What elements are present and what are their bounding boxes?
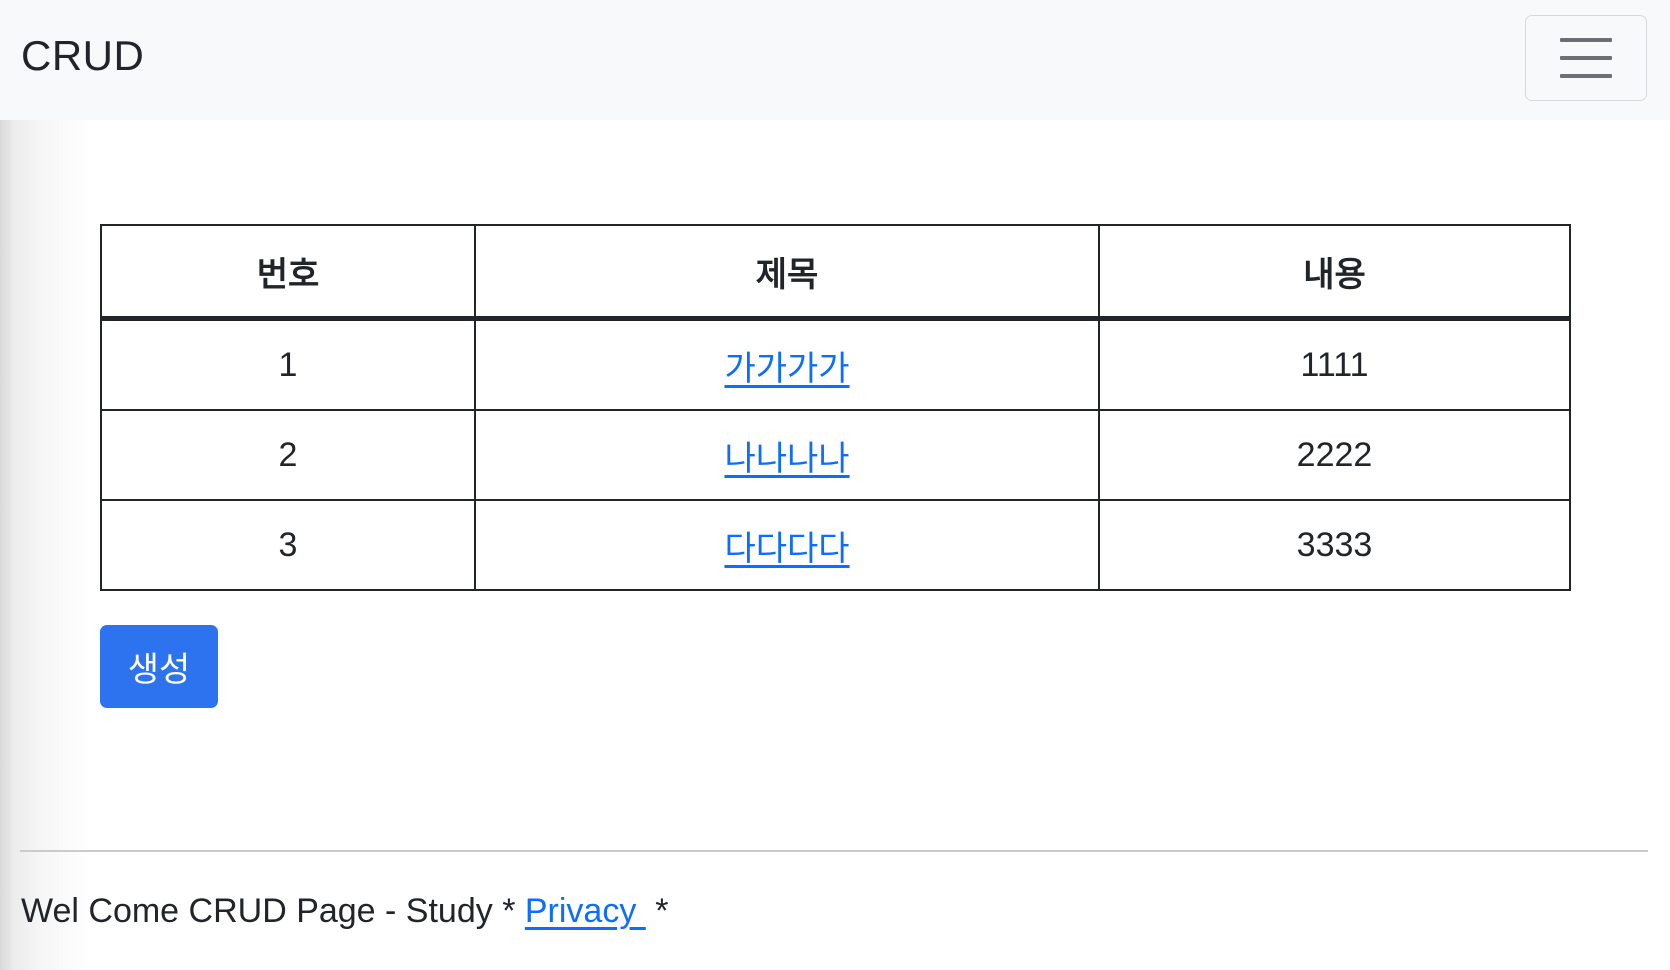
- column-header-number: 번호: [100, 224, 476, 321]
- row-title-link[interactable]: 나나나나: [724, 440, 849, 478]
- navbar-brand[interactable]: CRUD: [21, 30, 144, 82]
- hamburger-menu-icon: [1560, 38, 1612, 78]
- board-table: 번호 제목 내용 1 가가가가 1111 2 나나나나 2222 3 다다다다 …: [100, 224, 1571, 591]
- navbar-toggle-button[interactable]: [1525, 15, 1647, 101]
- row-number: 2: [100, 409, 476, 501]
- row-content: 1111: [1098, 317, 1571, 411]
- footer-divider: [20, 850, 1648, 852]
- table-row: 2 나나나나 2222: [100, 409, 1571, 501]
- table-row: 1 가가가가 1111: [100, 317, 1571, 411]
- row-number: 1: [100, 317, 476, 411]
- row-title-cell: 가가가가: [474, 317, 1100, 411]
- table-row: 3 다다다다 3333: [100, 499, 1571, 591]
- row-number: 3: [100, 499, 476, 591]
- footer-text: Wel Come CRUD Page - Study *: [21, 892, 525, 930]
- table-header-row: 번호 제목 내용: [100, 224, 1571, 321]
- row-title-cell: 다다다다: [474, 499, 1100, 591]
- footer: Wel Come CRUD Page - Study * Privacy *: [21, 889, 668, 933]
- row-content: 3333: [1098, 499, 1571, 591]
- footer-suffix: *: [645, 892, 669, 930]
- navbar: CRUD: [0, 0, 1670, 120]
- privacy-link[interactable]: Privacy: [525, 892, 646, 930]
- board-table-container: 번호 제목 내용 1 가가가가 1111 2 나나나나 2222 3 다다다다 …: [100, 224, 1571, 591]
- row-title-link[interactable]: 가가가가: [724, 350, 849, 388]
- column-header-title: 제목: [474, 224, 1100, 321]
- row-title-link[interactable]: 다다다다: [724, 530, 849, 568]
- window-edge-shadow: [0, 0, 90, 970]
- column-header-content: 내용: [1098, 224, 1571, 321]
- row-title-cell: 나나나나: [474, 409, 1100, 501]
- create-button[interactable]: 생성: [100, 625, 218, 708]
- row-content: 2222: [1098, 409, 1571, 501]
- page: CRUD 번호 제목 내용 1 가가가가 1111 2 나나나나 2222 3 …: [0, 0, 1670, 970]
